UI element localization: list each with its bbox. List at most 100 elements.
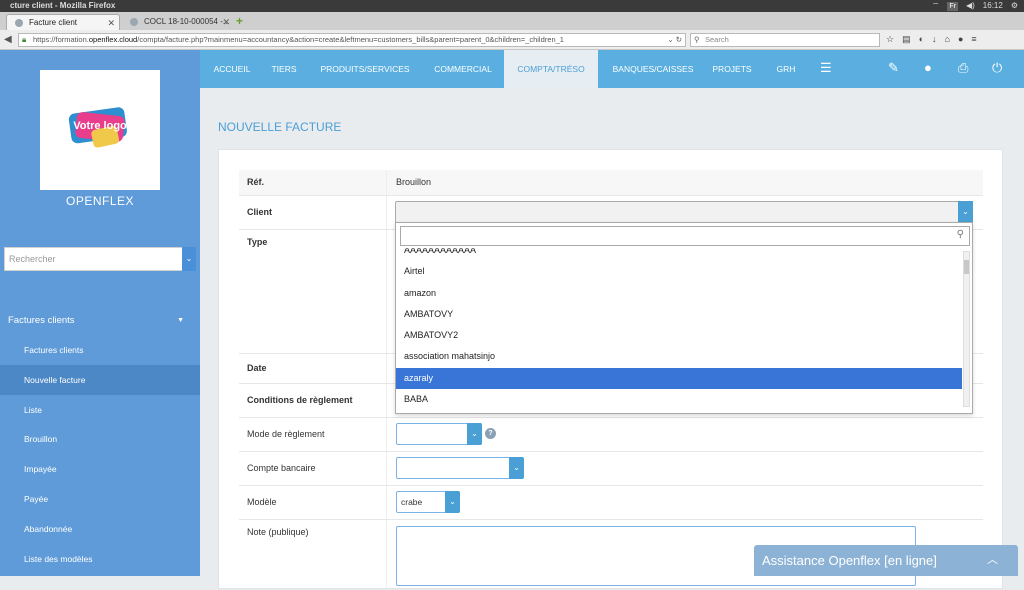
label-note-publique: Note (publique) [247,527,309,537]
sidebar-item-nouvelle-facture[interactable]: Nouvelle facture [0,365,200,395]
power-icon[interactable]: ⏻ [992,60,1002,76]
printer-icon[interactable]: ⎙ [958,60,968,76]
cloud-icon [130,18,138,26]
client-option[interactable]: Airtel [396,261,962,282]
top-navigation: ACCUEIL TIERS PRODUITS/SERVICES COMMERCI… [200,50,1024,88]
svg-text:Votre logo: Votre logo [73,120,127,132]
browser-toolbar-icons: ☆ ▤ ◐ ↓ ⌂ ● ≡ [886,34,977,45]
chat-icon[interactable]: ● [958,34,963,45]
wifi-icon[interactable]: ⌔ [932,0,940,12]
sidebar-item-payee[interactable]: Payée [0,484,200,514]
nav-grh[interactable]: GRH [766,50,806,88]
value-ref: Brouillon [396,177,432,187]
row-divider [386,384,387,417]
sidebar-item-abandonnee[interactable]: Abandonnée [0,514,200,544]
label-conditions: Conditions de règlement [247,395,353,405]
support-chat-widget[interactable]: Assistance Openflex [en ligne] ︿ [754,545,1018,576]
scrollbar-thumb[interactable] [964,260,969,274]
os-title-bar: cture client - Mozilla Firefox ⌔ Fr ◀) 1… [0,0,1024,12]
client-option[interactable]: AMBATOVY [396,304,962,325]
chevron-down-icon: ⌄ [467,423,482,445]
client-search-input[interactable]: ⚲ [400,226,970,246]
sidebar-item-impayee[interactable]: Impayée [0,454,200,484]
url-prefix: https://formation. [33,35,89,44]
sidebar-search-dropdown-icon[interactable]: ⌄ [182,247,196,271]
client-option-highlighted[interactable]: azaraly [396,368,962,389]
tab-cocl[interactable]: COCL 18-10-000054 -... ✕ [122,14,234,30]
user-icon[interactable]: ● [924,60,932,76]
bookmark-star-icon[interactable]: ☆ [886,34,894,45]
dropdown-scrollbar[interactable] [963,251,970,407]
sidebar-item-factures-clients[interactable]: Factures clients [0,335,200,365]
tab-strip: Facture client ✕ COCL 18-10-000054 -... … [0,12,1024,30]
menu-icon[interactable]: ☰ [820,60,832,76]
label-ref: Réf. [247,177,265,187]
client-option[interactable]: AAAAAAAAAAAA [396,248,962,261]
browser-search-input[interactable]: ⚲ Search [690,33,880,47]
nav-compta-treso[interactable]: COMPTA/TRÉSO [504,50,598,88]
home-icon[interactable]: ⌂ [945,34,950,45]
navigation-toolbar: ◀ 🔒︎ https://formation.openflex.cloud/co… [0,30,1024,50]
help-icon[interactable]: ? [485,428,496,439]
reading-list-icon[interactable]: ▤ [902,34,911,45]
row-divider [386,170,387,195]
volume-icon[interactable]: ◀) [966,0,975,12]
client-option[interactable]: amazon [396,283,962,304]
row-modele: Modèle crabe ⌄ [239,486,983,520]
client-option[interactable]: association mahatsinjo [396,346,962,367]
download-icon[interactable]: ↓ [932,34,937,45]
sidebar-section-factures-clients[interactable]: Factures clients ▼ [0,308,200,334]
back-arrow-icon[interactable]: ◀ [4,34,12,45]
client-dropdown: ⚲ AAAAAAAAAAAA Airtel amazon AMBATOVY AM… [395,222,973,414]
tab-facture-client[interactable]: Facture client ✕ [6,14,120,30]
system-tray: ⌔ Fr ◀) 16:12 ⚙ [932,0,1018,12]
palette-icon[interactable]: ✎ [888,60,899,76]
keyboard-layout[interactable]: Fr [947,2,958,11]
client-options-list: AAAAAAAAAAAA Airtel amazon AMBATOVY AMBA… [396,248,962,413]
mode-reglement-select[interactable]: ⌄ [396,423,482,445]
sidebar-item-liste[interactable]: Liste [0,395,200,425]
url-host: openflex.cloud [88,35,138,44]
close-tab-icon[interactable]: ✕ [107,15,115,31]
tab-label: COCL 18-10-000054 -... [144,17,230,26]
new-tab-plus-icon[interactable]: + [236,15,243,27]
compte-bancaire-select[interactable]: ⌄ [396,457,524,479]
url-bar[interactable]: 🔒︎ https://formation.openflex.cloud/comp… [18,33,686,47]
menu-icon[interactable]: ≡ [971,34,976,45]
page-icon [15,19,23,27]
sidebar-item-liste-des-modeles[interactable]: Liste des modèles [0,544,200,574]
company-logo[interactable]: Votre logo [40,70,160,190]
row-divider [386,354,387,383]
nav-accueil[interactable]: ACCUEIL [204,50,260,88]
logo-image: Votre logo [68,107,127,148]
url-path: /compta/facture.php?mainmenu=accountancy… [137,35,564,44]
reload-icon[interactable]: ⌄ ↻ [667,34,682,46]
settings-icon[interactable]: ⚙ [1011,0,1018,12]
chevron-up-icon[interactable]: ︿ [987,545,998,576]
nav-produits-services[interactable]: PRODUITS/SERVICES [310,50,420,88]
close-tab-icon[interactable]: ✕ [222,14,230,30]
sidebar-item-brouillon[interactable]: Brouillon [0,424,200,454]
client-option[interactable]: AMBATOVY2 [396,325,962,346]
nav-commercial[interactable]: COMMERCIAL [424,50,502,88]
nav-tiers[interactable]: TIERS [262,50,306,88]
row-divider [386,452,387,485]
nav-projets[interactable]: PROJETS [706,50,758,88]
chevron-down-icon: ⌄ [958,201,973,223]
section-label: Factures clients [8,315,75,326]
search-icon: ⚲ [956,229,964,240]
lock-icon: 🔒︎ [22,35,27,44]
nav-banques-caisses[interactable]: BANQUES/CAISSES [602,50,704,88]
row-compte-bancaire: Compte bancaire ⌄ [239,452,983,486]
client-select[interactable]: ⌄ [395,201,973,223]
modele-select[interactable]: crabe ⌄ [396,491,460,513]
row-divider [386,196,387,229]
row-ref: Réf. Brouillon [239,170,983,196]
clock[interactable]: 16:12 [983,0,1003,12]
chat-label: Assistance Openflex [en ligne] [762,553,937,568]
company-name: OPENFLEX [65,194,135,208]
tab-label: Facture client [29,18,78,27]
sidebar-search-input[interactable]: Rechercher [4,247,184,271]
pocket-icon[interactable]: ◐ [919,34,924,45]
client-option[interactable]: BABA [396,389,962,410]
